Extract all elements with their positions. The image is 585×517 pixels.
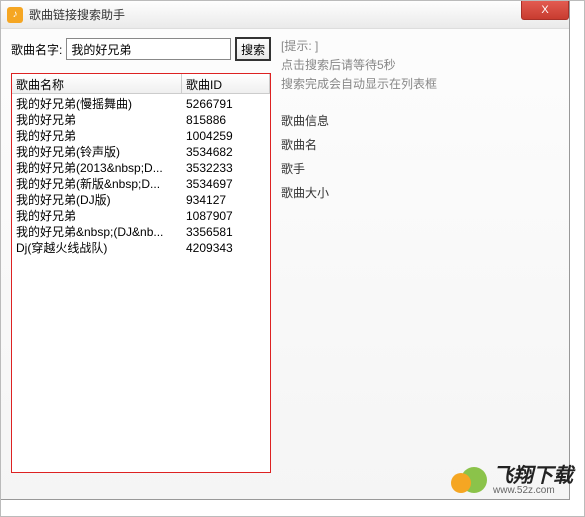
table-body: 我的好兄弟(慢摇舞曲)5266791 我的好兄弟815886 我的好兄弟1004… xyxy=(12,94,270,258)
search-row: 歌曲名字: 搜索 xyxy=(11,37,271,61)
search-button[interactable]: 搜索 xyxy=(235,37,271,61)
cell-id: 3356581 xyxy=(186,224,266,240)
right-column: [提示: ] 点击搜索后请等待5秒 搜索完成会自动显示在列表框 歌曲信息 歌曲名… xyxy=(281,37,559,473)
song-info-panel: 歌曲信息 歌曲名 歌手 歌曲大小 xyxy=(281,109,559,205)
info-song-name: 歌曲名 xyxy=(281,133,559,157)
table-row[interactable]: 我的好兄弟1087907 xyxy=(12,208,270,224)
table-row[interactable]: 我的好兄弟(2013&nbsp;D...3532233 xyxy=(12,160,270,176)
content-area: 歌曲名字: 搜索 歌曲名称 歌曲ID 我的好兄弟(慢摇舞曲)5266791 我的… xyxy=(1,29,569,481)
table-header: 歌曲名称 歌曲ID xyxy=(12,74,270,94)
hint-line: [提示: ] xyxy=(281,37,559,56)
cell-id: 5266791 xyxy=(186,96,266,112)
cell-id: 4209343 xyxy=(186,240,266,256)
cell-name: 我的好兄弟&nbsp;(DJ&nb... xyxy=(16,224,186,240)
titlebar: ♪ 歌曲链接搜索助手 X xyxy=(1,1,569,29)
cell-name: 我的好兄弟(铃声版) xyxy=(16,144,186,160)
table-row[interactable]: 我的好兄弟(新版&nbsp;D...3534697 xyxy=(12,176,270,192)
cell-name: Dj(穿越火线战队) xyxy=(16,240,186,256)
info-heading: 歌曲信息 xyxy=(281,109,559,133)
cell-name: 我的好兄弟(新版&nbsp;D... xyxy=(16,176,186,192)
table-row[interactable]: 我的好兄弟815886 xyxy=(12,112,270,128)
info-size: 歌曲大小 xyxy=(281,181,559,205)
info-artist: 歌手 xyxy=(281,157,559,181)
table-row[interactable]: 我的好兄弟(DJ版)934127 xyxy=(12,192,270,208)
table-row[interactable]: 我的好兄弟&nbsp;(DJ&nb...3356581 xyxy=(12,224,270,240)
cell-name: 我的好兄弟 xyxy=(16,128,186,144)
cell-id: 1087907 xyxy=(186,208,266,224)
table-row[interactable]: Dj(穿越火线战队)4209343 xyxy=(12,240,270,256)
search-label: 歌曲名字: xyxy=(11,41,62,58)
table-row[interactable]: 我的好兄弟(慢摇舞曲)5266791 xyxy=(12,96,270,112)
cell-name: 我的好兄弟(慢摇舞曲) xyxy=(16,96,186,112)
logo-icon xyxy=(451,463,487,499)
logo-brand: 飞翔下载 xyxy=(493,465,573,487)
logo-text: 飞翔下载 www.52z.com xyxy=(493,466,573,496)
table-row[interactable]: 我的好兄弟(铃声版)3534682 xyxy=(12,144,270,160)
cell-name: 我的好兄弟(2013&nbsp;D... xyxy=(16,160,186,176)
close-button[interactable]: X xyxy=(521,0,569,20)
col-header-name[interactable]: 歌曲名称 xyxy=(12,74,182,93)
left-column: 歌曲名字: 搜索 歌曲名称 歌曲ID 我的好兄弟(慢摇舞曲)5266791 我的… xyxy=(11,37,271,473)
app-window: ♪ 歌曲链接搜索助手 X 歌曲名字: 搜索 歌曲名称 歌曲ID 我的好兄弟(慢摇… xyxy=(0,0,570,500)
app-icon: ♪ xyxy=(7,7,23,23)
cell-name: 我的好兄弟(DJ版) xyxy=(16,192,186,208)
window-title: 歌曲链接搜索助手 xyxy=(29,6,125,23)
cell-id: 815886 xyxy=(186,112,266,128)
col-header-id[interactable]: 歌曲ID xyxy=(182,74,270,93)
hint-line: 搜索完成会自动显示在列表框 xyxy=(281,75,559,94)
logo-url: www.52z.com xyxy=(493,486,573,496)
cell-id: 934127 xyxy=(186,192,266,208)
cell-id: 3534682 xyxy=(186,144,266,160)
result-listbox[interactable]: 歌曲名称 歌曲ID 我的好兄弟(慢摇舞曲)5266791 我的好兄弟815886… xyxy=(11,73,271,473)
search-input[interactable] xyxy=(66,38,231,60)
cell-id: 3532233 xyxy=(186,160,266,176)
cell-name: 我的好兄弟 xyxy=(16,208,186,224)
cell-id: 1004259 xyxy=(186,128,266,144)
close-icon: X xyxy=(541,4,548,16)
hint-text: [提示: ] 点击搜索后请等待5秒 搜索完成会自动显示在列表框 xyxy=(281,37,559,95)
cell-name: 我的好兄弟 xyxy=(16,112,186,128)
hint-line: 点击搜索后请等待5秒 xyxy=(281,56,559,75)
table-row[interactable]: 我的好兄弟1004259 xyxy=(12,128,270,144)
cell-id: 3534697 xyxy=(186,176,266,192)
watermark-logo: 飞翔下载 www.52z.com xyxy=(451,463,573,499)
